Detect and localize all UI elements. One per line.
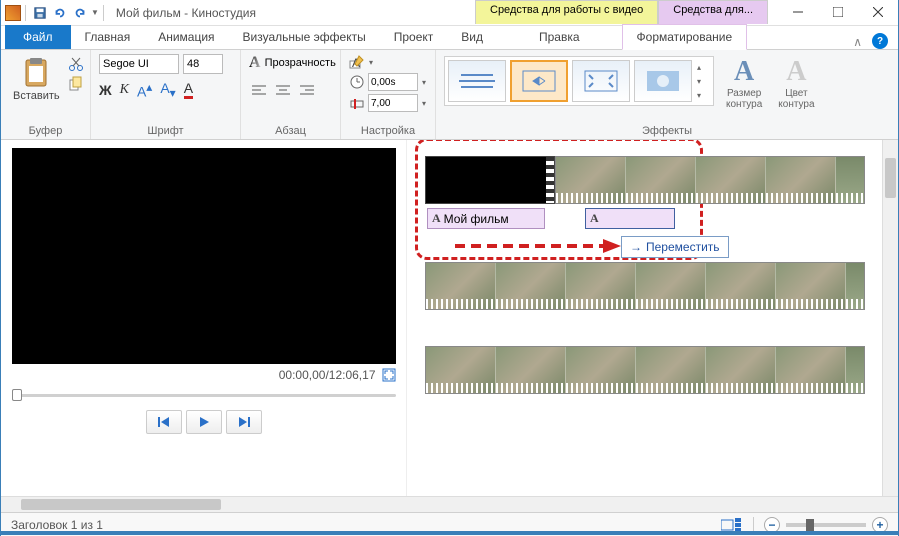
timeline-track: AМой фильм A →Переместить: [425, 156, 890, 212]
group-font-label: Шрифт: [91, 125, 240, 137]
group-adjust-label: Настройка: [341, 125, 435, 137]
timeline-track: [425, 262, 890, 318]
vertical-scrollbar[interactable]: [882, 140, 898, 496]
video-clip[interactable]: [425, 346, 865, 394]
font-shrink-button[interactable]: A▾: [160, 80, 175, 100]
font-name-input[interactable]: [99, 54, 179, 74]
effect-item-3[interactable]: [572, 60, 630, 102]
group-para-label: Абзац: [241, 125, 340, 137]
tab-format[interactable]: Форматирование: [622, 24, 748, 50]
ribbon: Вставить Буфер Ж К A▴ A▾ A Шрифт A Прозр…: [1, 50, 898, 140]
italic-button[interactable]: К: [120, 82, 129, 98]
duration-icon: [349, 74, 365, 90]
video-clip[interactable]: [425, 262, 865, 310]
paste-button[interactable]: Вставить: [9, 54, 64, 104]
play-button[interactable]: [186, 410, 222, 434]
font-grow-button[interactable]: A▴: [137, 80, 152, 100]
prev-frame-button[interactable]: [146, 410, 182, 434]
close-button[interactable]: [858, 0, 898, 24]
context-tabs: Средства для работы с видео Средства для…: [475, 0, 768, 24]
tab-edit[interactable]: Правка: [525, 25, 594, 49]
align-right-button[interactable]: [297, 80, 317, 100]
next-frame-button[interactable]: [226, 410, 262, 434]
fullscreen-icon[interactable]: [382, 368, 396, 382]
collapse-ribbon-icon[interactable]: ∧: [853, 35, 862, 49]
view-mode-icon[interactable]: [721, 518, 741, 532]
start-time-icon: [349, 95, 365, 111]
duration-input[interactable]: [368, 73, 418, 91]
text-clip-2[interactable]: A: [585, 208, 675, 229]
align-left-button[interactable]: [249, 80, 269, 100]
outline-size-button[interactable]: AРазмер контура: [722, 56, 766, 110]
app-icon: [5, 5, 21, 21]
cut-icon[interactable]: [68, 56, 84, 72]
video-preview[interactable]: [12, 148, 396, 364]
help-icon[interactable]: ?: [872, 33, 888, 49]
start-time-input[interactable]: [368, 94, 418, 112]
gallery-scroll-up[interactable]: ▴: [697, 63, 710, 72]
font-size-input[interactable]: [183, 54, 223, 74]
status-text: Заголовок 1 из 1: [11, 518, 103, 532]
tab-project[interactable]: Проект: [380, 25, 448, 49]
effect-item-2[interactable]: [510, 60, 568, 102]
video-clip[interactable]: [555, 156, 865, 204]
zoom-slider[interactable]: [786, 523, 866, 527]
tab-view[interactable]: Вид: [447, 25, 497, 49]
edit-text-button[interactable]: A▾: [349, 54, 427, 70]
gallery-more[interactable]: ▾: [697, 91, 710, 100]
text-clip-1[interactable]: AМой фильм: [427, 208, 545, 229]
gallery-scroll-down[interactable]: ▾: [697, 77, 710, 86]
save-icon[interactable]: [31, 4, 49, 22]
effect-item-4[interactable]: [634, 60, 692, 102]
preview-pane: 00:00,00/12:06,17: [1, 140, 406, 496]
timecode: 00:00,00/12:06,17: [279, 368, 376, 382]
timeline-pane[interactable]: AМой фильм A →Переместить: [406, 140, 898, 496]
window-border-bottom: [1, 531, 898, 535]
ribbon-tabs: Файл Главная Анимация Визуальные эффекты…: [1, 26, 898, 50]
group-effects-label: Эффекты: [436, 125, 898, 137]
maximize-button[interactable]: [818, 0, 858, 24]
context-tab-video[interactable]: Средства для работы с видео: [475, 0, 658, 24]
seek-slider[interactable]: [12, 386, 396, 404]
tab-visual-effects[interactable]: Визуальные эффекты: [229, 25, 380, 49]
minimize-button[interactable]: [778, 0, 818, 24]
window-title: Мой фильм - Киностудия: [116, 6, 256, 20]
align-center-button[interactable]: [273, 80, 293, 100]
timeline-track: [425, 346, 890, 402]
copy-icon[interactable]: [68, 76, 84, 92]
title-clip[interactable]: [425, 156, 555, 204]
undo-icon[interactable]: [51, 4, 69, 22]
qat-dropdown-icon[interactable]: ▼: [91, 8, 99, 17]
bold-button[interactable]: Ж: [99, 82, 112, 98]
font-color-button[interactable]: A: [184, 80, 193, 99]
tab-file[interactable]: Файл: [5, 25, 71, 49]
transparency-button[interactable]: A Прозрачность: [249, 54, 332, 72]
move-tooltip: →Переместить: [621, 236, 729, 258]
outline-color-button[interactable]: AЦвет контура: [774, 56, 818, 110]
context-tab-text[interactable]: Средства для...: [658, 0, 768, 24]
redo-icon[interactable]: [71, 4, 89, 22]
annotation-arrow: [455, 238, 625, 254]
group-buffer-label: Буфер: [1, 125, 90, 137]
tab-animation[interactable]: Анимация: [144, 25, 228, 49]
effects-gallery[interactable]: ▴ ▾ ▾: [444, 56, 714, 106]
effect-item-1[interactable]: [448, 60, 506, 102]
tab-home[interactable]: Главная: [71, 25, 145, 49]
horizontal-scrollbar[interactable]: [1, 496, 898, 512]
